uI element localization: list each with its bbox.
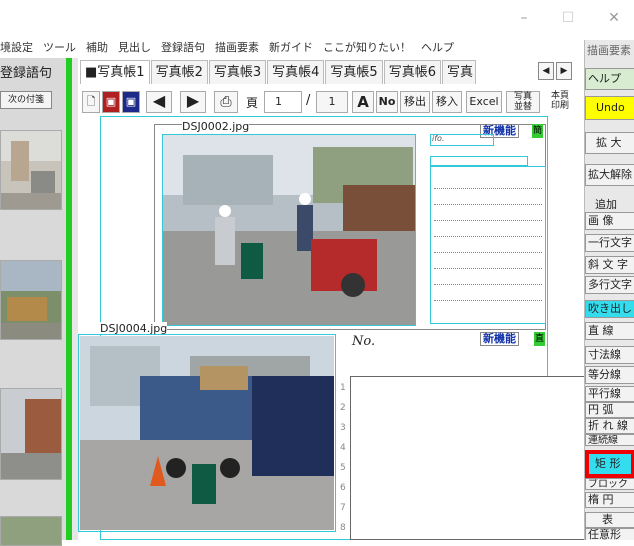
page-separator: / — [306, 93, 311, 108]
ruled-line — [434, 204, 542, 205]
palette-title: 描画要素 — [587, 44, 631, 57]
table-button[interactable]: 表 — [585, 512, 634, 528]
menu-item-tools[interactable]: ツール — [43, 39, 76, 55]
minimize-button[interactable]: – — [510, 8, 538, 28]
font-a-button[interactable]: A — [352, 91, 374, 113]
menu-item-faq[interactable]: ここが知りたい！ — [323, 39, 411, 55]
maximize-button[interactable]: ☐ — [554, 8, 582, 28]
menu-bar: 境設定 ツール 補助 見出し 登録語句 描画要素 新ガイド ここが知りたい！ ヘ… — [0, 36, 580, 58]
page-print-button[interactable]: 本頁印刷 — [544, 91, 576, 113]
move-out-button[interactable]: 移出 — [400, 91, 430, 113]
title-bar: – ☐ ✕ — [0, 0, 634, 36]
status-badge: 直 — [534, 332, 545, 346]
ruled-line — [434, 268, 542, 269]
save-disk-icon[interactable]: ▣ — [102, 91, 120, 113]
toolbar: 🗋 ▣ ▣ ◀ ▶ ⎙ 頁 1 / 1 A No 移出 移入 Excel 写真並… — [80, 88, 580, 116]
tab-photobook-2[interactable]: 写真帳2 — [150, 60, 208, 84]
continuous-line-button[interactable]: 連続線 — [585, 434, 634, 446]
previous-page-icon[interactable]: ◀ — [146, 91, 172, 113]
block-button[interactable]: ブロック — [585, 478, 634, 490]
freeform-button[interactable]: 任意形 — [585, 528, 634, 540]
print-icon[interactable]: ⎙ — [214, 91, 238, 113]
drawing-palette: 描画要素 ヘルプ Undo 拡 大 拡大解除 追加 画 像 一行文字 斜 文 字… — [584, 40, 634, 540]
next-sticky-button[interactable]: 次の付箋 — [0, 91, 52, 109]
rectangle-button[interactable]: 矩 形 — [585, 450, 634, 478]
tab-photobook-3[interactable]: 写真帳3 — [208, 60, 267, 84]
next-page-icon[interactable]: ▶ — [180, 91, 206, 113]
new-feature-button[interactable]: 新機能 — [480, 332, 519, 346]
line-numbers: 1 2 3 4 5 6 7 8 — [340, 383, 346, 533]
page-input[interactable]: 1 — [264, 91, 302, 113]
photo-thumbnail[interactable] — [0, 130, 62, 210]
construction-photo-2[interactable] — [80, 336, 334, 530]
ruled-line — [434, 300, 542, 301]
tab-photobook-5[interactable]: 写真帳5 — [325, 60, 383, 84]
undo-button[interactable]: Undo — [585, 96, 634, 120]
tab-scroll-right-button[interactable]: ▶ — [556, 62, 572, 80]
excel-button[interactable]: Excel — [466, 91, 502, 113]
equal-division-button[interactable]: 等分線 — [585, 366, 634, 384]
new-file-icon[interactable]: 🗋 — [82, 91, 100, 113]
move-in-button[interactable]: 移入 — [432, 91, 462, 113]
comment-textarea[interactable] — [350, 376, 586, 540]
construction-photo-1[interactable] — [162, 134, 416, 326]
tab-photobook-1[interactable]: ■写真帳1 — [80, 60, 150, 84]
multiline-text-button[interactable]: 多行文字 — [585, 276, 634, 294]
number-button[interactable]: No — [376, 91, 398, 113]
page-total: 1 — [316, 91, 348, 113]
photo-filename-1: DSJ0002.jpg — [182, 120, 250, 133]
ruled-line — [434, 284, 542, 285]
tab-photobook-4[interactable]: 写真帳4 — [267, 60, 325, 84]
add-label: 追加 — [595, 198, 617, 211]
dimension-line-button[interactable]: 寸法線 — [585, 346, 634, 364]
image-button[interactable]: 画 像 — [585, 212, 634, 230]
arc-button[interactable]: 円 弧 — [585, 402, 634, 418]
menu-item-help[interactable]: ヘルプ — [421, 39, 454, 55]
ruled-line — [434, 220, 542, 221]
left-panel: 登録語句 次の付箋 — [0, 58, 66, 546]
help-button[interactable]: ヘルプ — [585, 68, 634, 90]
zoom-in-button[interactable]: 拡 大 — [585, 132, 634, 154]
photo-book-tabs: ■写真帳1 写真帳2 写真帳3 写真帳4 写真帳5 写真帳6 写真 — [80, 60, 477, 86]
single-line-text-button[interactable]: 一行文字 — [585, 234, 634, 252]
photo-thumbnail[interactable] — [0, 516, 62, 546]
ruled-line — [434, 252, 542, 253]
zoom-reset-button[interactable]: 拡大解除 — [585, 164, 634, 186]
floppy-icon[interactable]: ▣ — [122, 91, 140, 113]
text-field[interactable] — [430, 156, 528, 166]
tab-photobook-6[interactable]: 写真帳6 — [383, 60, 441, 84]
number-label: No. — [352, 334, 376, 349]
page-label: 頁 — [246, 96, 259, 110]
registered-phrases-label: 登録語句 — [0, 66, 53, 81]
ellipse-button[interactable]: 楕 円 — [585, 492, 634, 508]
status-badge: 簡 — [532, 124, 543, 138]
menu-item-environment[interactable]: 境設定 — [0, 39, 33, 55]
info-label: ifo. — [432, 134, 445, 143]
ruled-line — [434, 188, 542, 189]
menu-item-registered-phrases[interactable]: 登録語句 — [161, 39, 205, 55]
page-canvas[interactable]: DSJ0002.jpg 新機能 簡 ifo. DSJ0004.jpg No. 新… — [78, 116, 588, 540]
menu-item-heading[interactable]: 見出し — [118, 39, 151, 55]
slant-text-button[interactable]: 斜 文 字 — [585, 256, 634, 274]
tab-photobook-7[interactable]: 写真 — [441, 60, 476, 84]
menu-item-new-guide[interactable]: 新ガイド — [269, 39, 313, 55]
tab-scroll-left-button[interactable]: ◀ — [538, 62, 554, 80]
menu-item-assist[interactable]: 補助 — [86, 39, 108, 55]
parallel-line-button[interactable]: 平行線 — [585, 386, 634, 402]
speech-bubble-button[interactable]: 吹き出し — [585, 300, 634, 318]
polyline-button[interactable]: 折 れ 線 — [585, 418, 634, 434]
photo-thumbnail[interactable] — [0, 260, 62, 340]
close-button[interactable]: ✕ — [600, 8, 628, 28]
line-button[interactable]: 直 線 — [585, 322, 634, 340]
ruled-line — [434, 236, 542, 237]
menu-item-drawing[interactable]: 描画要素 — [215, 39, 259, 55]
photo-thumbnail[interactable] — [0, 388, 62, 480]
photo-sort-button[interactable]: 写真並替 — [506, 91, 540, 113]
